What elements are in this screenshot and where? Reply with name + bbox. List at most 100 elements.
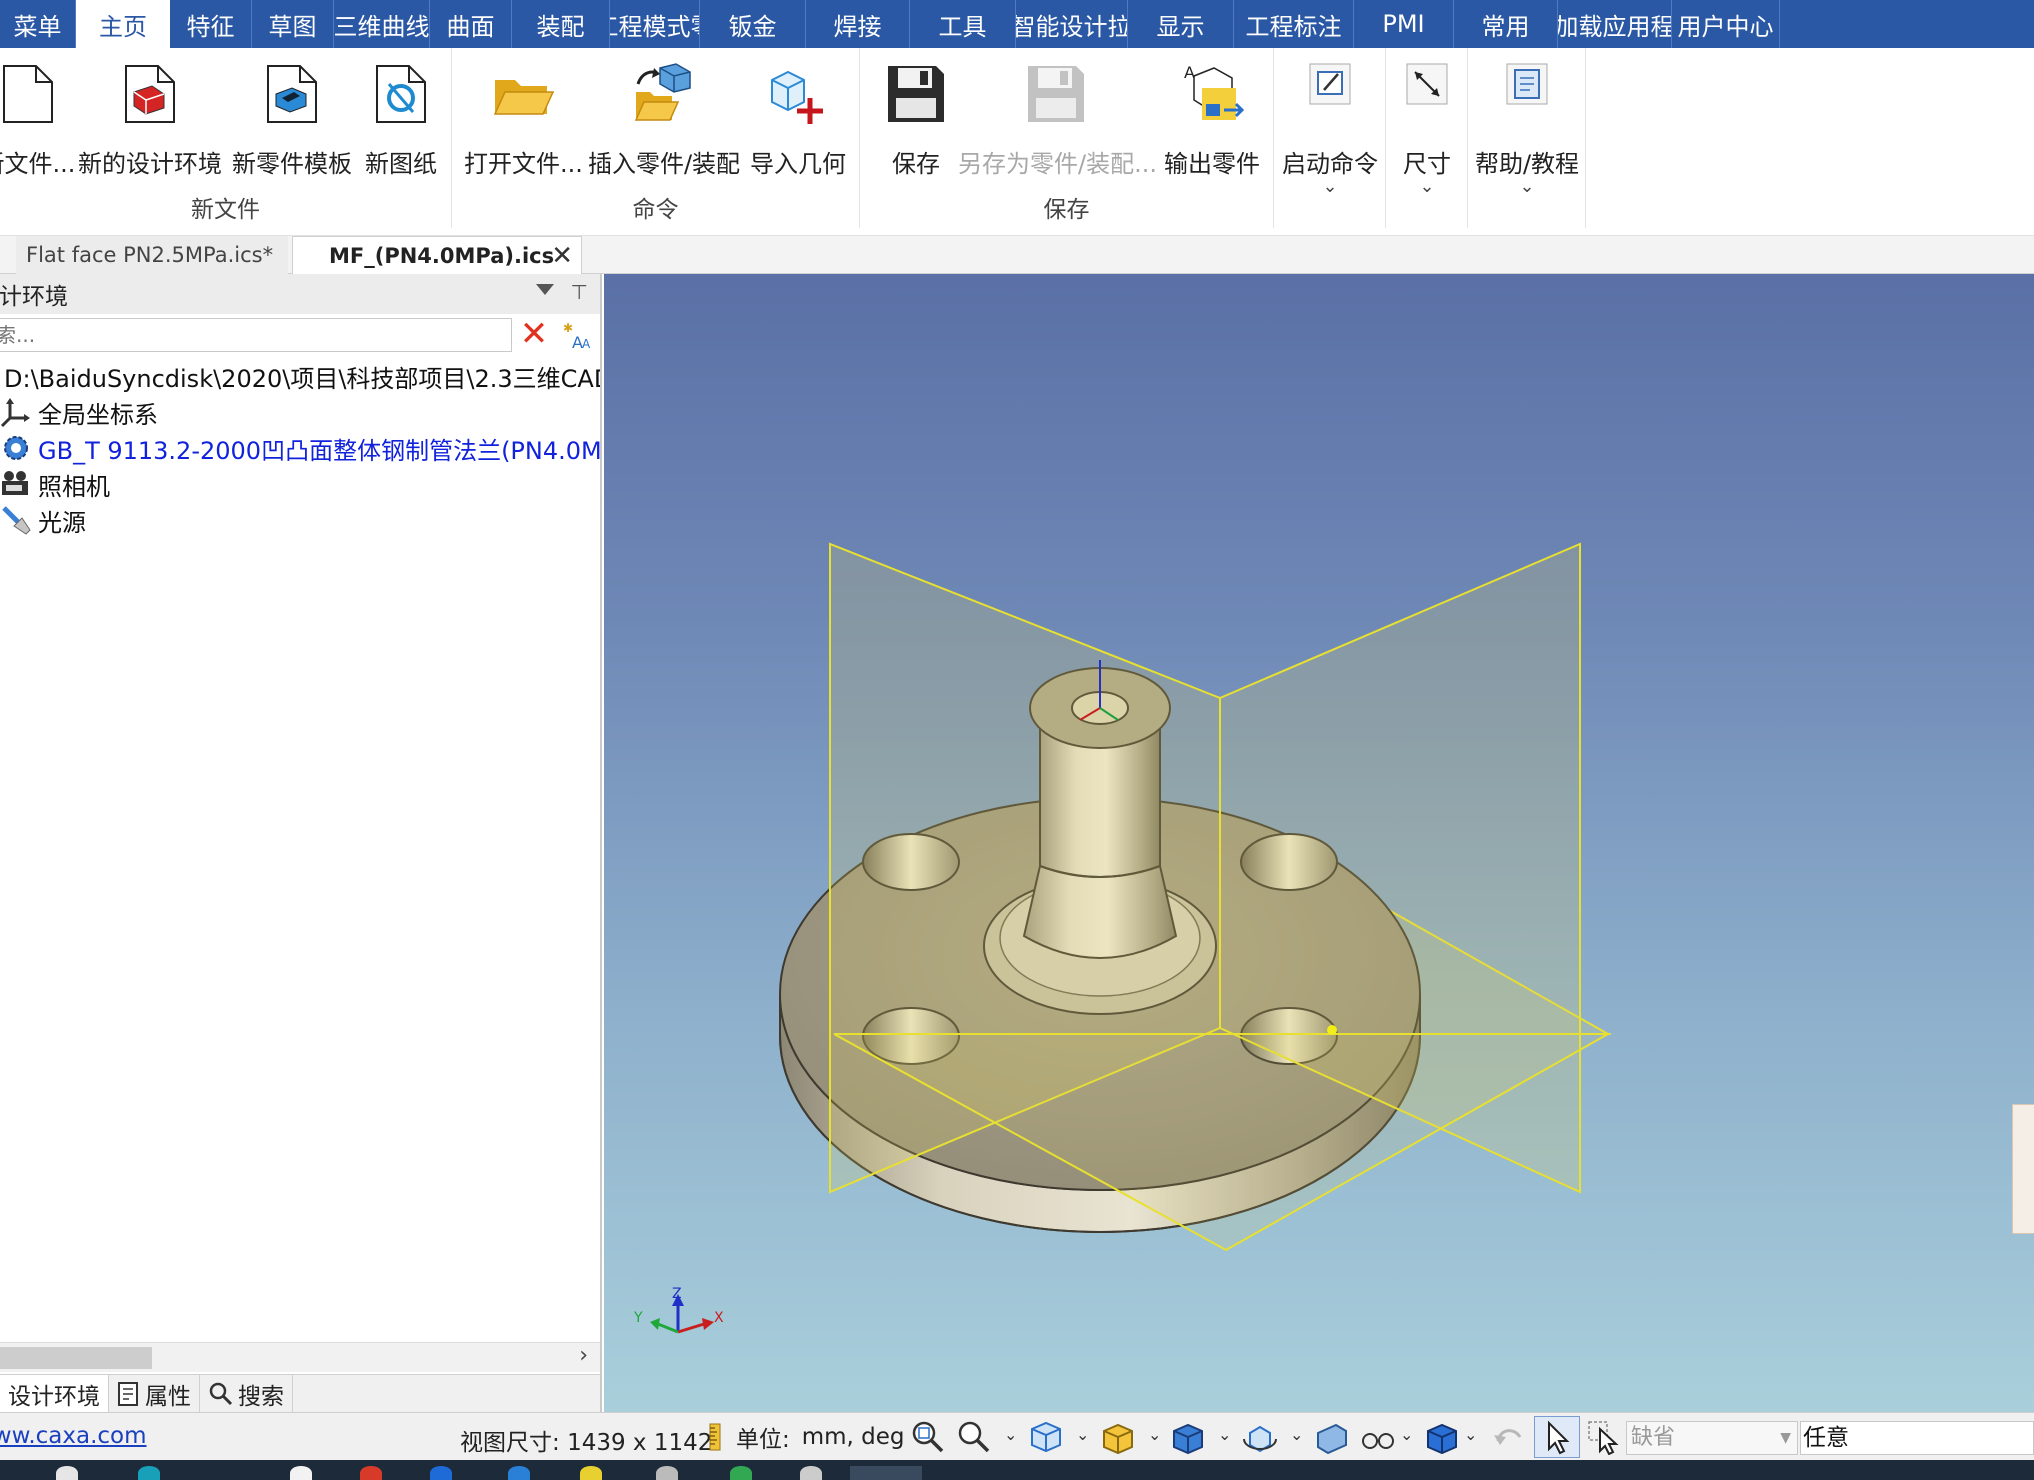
chevron-down-icon[interactable]: ⌄: [1218, 1425, 1231, 1444]
taskbar-app-icon[interactable]: [360, 1466, 382, 1480]
taskbar-app-icon[interactable]: [508, 1466, 530, 1480]
menu-tab-user-center[interactable]: 用户中心: [1672, 0, 1780, 48]
tree-horizontal-scrollbar[interactable]: ›: [0, 1342, 600, 1372]
tab-search[interactable]: 搜索: [200, 1375, 293, 1413]
caxa-website-link[interactable]: www.caxa.com: [0, 1423, 147, 1449]
pin-icon[interactable]: ⊤: [571, 280, 588, 304]
chevron-down-icon[interactable]: ⌄: [1470, 176, 1584, 197]
doc-tab-label: Flat face PN2.5MPa.ics*: [26, 243, 274, 267]
tree-item-light[interactable]: 光源: [0, 502, 600, 538]
select-pointer-button[interactable]: [1534, 1416, 1580, 1458]
panel-dropdown-icon[interactable]: [536, 284, 554, 295]
help-book-icon: [1506, 63, 1548, 105]
tree-item-global-coordinates[interactable]: 全局坐标系: [0, 394, 600, 430]
taskbar-app-icon[interactable]: [290, 1466, 312, 1480]
filter-default-select[interactable]: 缺省 ▼: [1626, 1421, 1798, 1455]
document-tab-bar: Flat face PN2.5MPa.ics* MF_(PN4.0MPa).ic…: [0, 236, 2034, 274]
light-icon: [2, 506, 31, 535]
properties-icon: [118, 1382, 138, 1406]
open-folder-icon: [493, 80, 555, 115]
tree-item-path[interactable]: D:\BaiduSyncdisk\2020\项目\科技部项目\2.3三维CAD: [0, 358, 600, 394]
shaded-cube-icon[interactable]: [1170, 1419, 1206, 1455]
clear-search-icon[interactable]: ✕: [516, 317, 552, 352]
taskbar-app-icon[interactable]: [56, 1466, 78, 1480]
visibility-glasses-icon[interactable]: [1360, 1419, 1396, 1455]
taskbar-active-app[interactable]: [850, 1466, 922, 1480]
tree-item-label: D:\BaiduSyncdisk\2020\项目\科技部项目\2.3三维CAD: [4, 364, 600, 393]
status-bar: www.caxa.com 视图尺寸: 1439 x 1142 单位: mm, d…: [0, 1412, 2034, 1460]
menu-tab-annotation[interactable]: 工程标注: [1234, 0, 1354, 48]
axis-label-x: X: [714, 1310, 724, 1326]
menu-tab-assembly[interactable]: 装配: [512, 0, 610, 48]
chevron-down-icon[interactable]: ⌄: [1004, 1425, 1017, 1444]
blue-cube-icon[interactable]: [1424, 1419, 1460, 1455]
chevron-down-icon[interactable]: ⌄: [1464, 1425, 1477, 1444]
pick-any-select[interactable]: 任意: [1800, 1421, 2034, 1455]
chevron-down-icon[interactable]: ⌄: [1388, 176, 1466, 197]
menu-tab-3d-curve[interactable]: 三维曲线: [334, 0, 430, 48]
panel-title: 设计环境: [0, 284, 68, 310]
panel-bottom-tabs: 设计环境 属性 搜索: [0, 1374, 600, 1413]
taskbar-app-icon[interactable]: [430, 1466, 452, 1480]
menu-tab-home[interactable]: 主页: [76, 0, 170, 48]
menu-tab-features[interactable]: 特征: [170, 0, 252, 48]
chevron-down-icon[interactable]: ⌄: [1400, 1425, 1413, 1444]
menu-tab-tools[interactable]: 工具: [910, 0, 1016, 48]
taskbar-app-icon[interactable]: [138, 1466, 160, 1480]
tree-item-camera[interactable]: 照相机: [0, 466, 600, 502]
taskbar-app-icon[interactable]: [656, 1466, 678, 1480]
tree-item-label: 光源: [38, 508, 86, 537]
tab-properties[interactable]: 属性: [109, 1375, 200, 1413]
chevron-down-icon[interactable]: ⌄: [1076, 1425, 1089, 1444]
design-environment-panel: 设计环境 ⊤ ✕ ✱ A A D:\BaiduSyncdisk\2020\项目\…: [0, 274, 602, 1413]
ribbon-group-help: 帮助/教程 ⌄: [1468, 48, 1586, 228]
menu-tab-pmi[interactable]: PMI: [1354, 0, 1454, 48]
menu-tab-menu[interactable]: 菜单: [0, 0, 76, 48]
scroll-right-icon[interactable]: ›: [579, 1343, 588, 1368]
insert-part-icon: [634, 63, 691, 121]
chevron-down-icon[interactable]: ⌄: [1290, 1425, 1303, 1444]
unit-label: 单位:: [736, 1427, 790, 1453]
side-dock-handle[interactable]: [2012, 1104, 2034, 1234]
scrollbar-thumb[interactable]: [0, 1347, 152, 1369]
chevron-down-icon[interactable]: ⌄: [1276, 176, 1384, 197]
menu-tab-welding[interactable]: 焊接: [806, 0, 910, 48]
zoom-all-icon[interactable]: [910, 1419, 946, 1455]
pointer-icon: [1548, 1420, 1570, 1455]
menu-tab-surface[interactable]: 曲面: [430, 0, 512, 48]
menu-tab-smart-design[interactable]: 智能设计拉: [1016, 0, 1128, 48]
menu-tab-load-apps[interactable]: 加载应用程: [1558, 0, 1672, 48]
view-orientation-icon[interactable]: [1028, 1419, 1064, 1455]
doc-tab-mf[interactable]: MF_(PN4.0MPa).ics ✕: [292, 236, 582, 274]
unit-readout[interactable]: 单位: mm, deg: [702, 1419, 905, 1455]
close-icon[interactable]: ✕: [551, 241, 573, 271]
menu-tab-display[interactable]: 显示: [1128, 0, 1234, 48]
chevron-down-icon: ▼: [1780, 1430, 1791, 1446]
caxa-3d-app-window: 菜单 主页 特征 草图 三维曲线 曲面 装配 工程模式零 钣金 焊接 工具 智能…: [0, 0, 2034, 1480]
box-select-icon[interactable]: [1586, 1419, 1622, 1455]
menu-tab-bar: 菜单 主页 特征 草图 三维曲线 曲面 装配 工程模式零 钣金 焊接 工具 智能…: [0, 0, 2034, 48]
tab-design-environment[interactable]: 设计环境: [0, 1375, 109, 1413]
chevron-down-icon[interactable]: ⌄: [1148, 1425, 1161, 1444]
search-icon: [209, 1382, 233, 1406]
undo-selection-icon[interactable]: [1490, 1419, 1526, 1455]
view-rotate-icon[interactable]: [1242, 1419, 1278, 1455]
zoom-icon[interactable]: [956, 1419, 992, 1455]
menu-tab-engineering-mode[interactable]: 工程模式零: [610, 0, 700, 48]
section-view-icon[interactable]: [1314, 1419, 1350, 1455]
taskbar-app-icon[interactable]: [730, 1466, 752, 1480]
import-geometry-icon: [771, 70, 823, 124]
design-tree: D:\BaiduSyncdisk\2020\项目\科技部项目\2.3三维CAD …: [0, 358, 600, 1318]
tree-item-flange-part[interactable]: GB_T 9113.2-2000凹凸面整体钢制管法兰(PN4.0MPa): [0, 430, 600, 466]
search-filter-icon[interactable]: ✱ A A: [560, 318, 596, 352]
render-mode-icon[interactable]: [1100, 1419, 1136, 1455]
menu-tab-sketch[interactable]: 草图: [252, 0, 334, 48]
tree-search-input[interactable]: [0, 318, 512, 352]
anchor-point[interactable]: [1327, 1025, 1337, 1035]
menu-tab-common[interactable]: 常用: [1454, 0, 1558, 48]
3d-viewport[interactable]: Z X Y: [604, 274, 2034, 1412]
doc-tab-flat-face[interactable]: Flat face PN2.5MPa.ics*: [16, 236, 288, 274]
taskbar-app-icon[interactable]: [580, 1466, 602, 1480]
taskbar-app-icon[interactable]: [800, 1466, 822, 1480]
menu-tab-sheet-metal[interactable]: 钣金: [700, 0, 806, 48]
